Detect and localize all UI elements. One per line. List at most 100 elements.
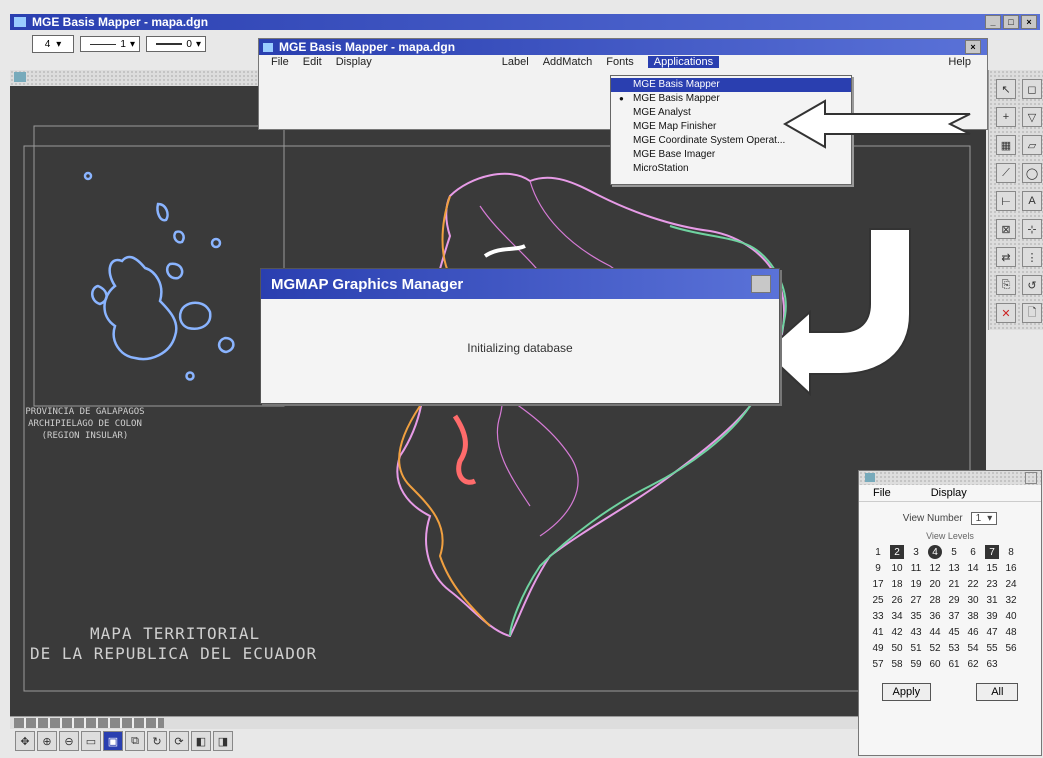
previous-view-icon[interactable]: ◧ <box>191 731 211 751</box>
copy-view-icon[interactable]: ⧉ <box>125 731 145 751</box>
level-cell[interactable]: 28 <box>928 593 942 607</box>
fence-icon[interactable]: ▽ <box>1022 107 1042 127</box>
level-cell[interactable]: 43 <box>909 625 923 639</box>
panel-menu-display[interactable]: Display <box>931 487 967 499</box>
view-number-select[interactable]: 1 ▾ <box>970 512 998 525</box>
line-style-field[interactable]: 1 ▾ <box>80 36 140 52</box>
level-cell[interactable]: 13 <box>947 561 961 575</box>
level-cell[interactable]: 9 <box>871 561 885 575</box>
level-cell[interactable]: 45 <box>947 625 961 639</box>
level-cell[interactable]: 47 <box>985 625 999 639</box>
delete-icon[interactable]: ✕ <box>996 303 1016 323</box>
level-cell[interactable]: 49 <box>871 641 885 655</box>
level-cell[interactable]: 48 <box>1004 625 1018 639</box>
level-cell[interactable]: 46 <box>966 625 980 639</box>
level-cell[interactable]: 17 <box>871 577 885 591</box>
level-cell[interactable]: 55 <box>985 641 999 655</box>
level-cell[interactable]: 42 <box>890 625 904 639</box>
all-button[interactable]: All <box>976 683 1019 701</box>
menu-label[interactable]: Label <box>502 56 529 68</box>
inner-title-bar[interactable]: MGE Basis Mapper - mapa.dgn × <box>259 39 987 55</box>
level-cell[interactable]: 39 <box>985 609 999 623</box>
dialog-menu-button[interactable] <box>751 275 771 293</box>
level-cell[interactable]: 11 <box>909 561 923 575</box>
line-weight-field[interactable]: 0 ▾ <box>146 36 206 52</box>
level-cell[interactable]: 29 <box>947 593 961 607</box>
level-cell[interactable]: 54 <box>966 641 980 655</box>
inner-close-button[interactable]: × <box>965 40 981 54</box>
level-cell[interactable]: 27 <box>909 593 923 607</box>
view-control-buttons[interactable] <box>14 718 164 728</box>
grid-icon[interactable]: ⋮ <box>1022 247 1042 267</box>
level-cell[interactable]: 61 <box>947 657 961 671</box>
level-cell[interactable]: 57 <box>871 657 885 671</box>
level-cell[interactable]: 26 <box>890 593 904 607</box>
level-cell[interactable]: 21 <box>947 577 961 591</box>
menu-file[interactable]: File <box>271 56 289 68</box>
line-icon[interactable]: ⟋ <box>996 163 1016 183</box>
minimize-button[interactable]: _ <box>985 15 1001 29</box>
panel-menu-button[interactable] <box>1025 472 1037 484</box>
level-cell[interactable]: 53 <box>947 641 961 655</box>
cell-icon[interactable]: ⊠ <box>996 219 1016 239</box>
level-cell[interactable]: 15 <box>985 561 999 575</box>
level-cell[interactable]: 1 <box>871 545 885 559</box>
level-cell[interactable]: 24 <box>1004 577 1018 591</box>
level-cell[interactable]: 38 <box>966 609 980 623</box>
copy-icon[interactable]: ⎘ <box>996 275 1016 295</box>
panel-title-bar[interactable] <box>859 471 1041 485</box>
level-cell[interactable]: 58 <box>890 657 904 671</box>
level-cell[interactable]: 50 <box>890 641 904 655</box>
level-cell[interactable]: 25 <box>871 593 885 607</box>
apply-button[interactable]: Apply <box>881 683 932 701</box>
menu-display[interactable]: Display <box>336 56 372 68</box>
applications-menu-item[interactable]: MGE Basis Mapper <box>611 78 851 92</box>
menu-help[interactable]: Help <box>948 56 971 68</box>
rotate-view-icon[interactable]: ↻ <box>147 731 167 751</box>
menu-fonts[interactable]: Fonts <box>606 56 634 68</box>
close-button[interactable]: × <box>1021 15 1037 29</box>
modify-icon[interactable]: ⇄ <box>996 247 1016 267</box>
menu-applications[interactable]: Applications <box>647 56 720 68</box>
level-cell[interactable] <box>1004 657 1018 671</box>
fit-view-icon[interactable]: ▣ <box>103 731 123 751</box>
dimension-icon[interactable]: ⊢ <box>996 191 1016 211</box>
pan-icon[interactable]: ✥ <box>15 731 35 751</box>
element-icon[interactable]: ◻ <box>1022 79 1042 99</box>
level-cell[interactable]: 23 <box>985 577 999 591</box>
panel-menu-file[interactable]: File <box>873 487 891 499</box>
level-cell[interactable]: 51 <box>909 641 923 655</box>
level-cell[interactable]: 8 <box>1004 545 1018 559</box>
document-icon[interactable]: 🗋 <box>1022 303 1042 323</box>
menu-addmatch[interactable]: AddMatch <box>543 56 593 68</box>
level-cell[interactable]: 40 <box>1004 609 1018 623</box>
place-point-icon[interactable]: + <box>996 107 1016 127</box>
level-cell[interactable]: 41 <box>871 625 885 639</box>
level-cell[interactable]: 22 <box>966 577 980 591</box>
window-area-icon[interactable]: ▭ <box>81 731 101 751</box>
level-cell[interactable]: 6 <box>966 545 980 559</box>
level-cell[interactable]: 35 <box>909 609 923 623</box>
zoom-out-icon[interactable]: ⊖ <box>59 731 79 751</box>
level-cell[interactable]: 44 <box>928 625 942 639</box>
shape-icon[interactable]: ▱ <box>1022 135 1042 155</box>
level-cell[interactable]: 12 <box>928 561 942 575</box>
level-cell[interactable]: 30 <box>966 593 980 607</box>
level-cell[interactable]: 59 <box>909 657 923 671</box>
dialog-title-bar[interactable]: MGMAP Graphics Manager <box>261 269 779 299</box>
level-cell[interactable]: 16 <box>1004 561 1018 575</box>
level-cell[interactable]: 3 <box>909 545 923 559</box>
zoom-in-icon[interactable]: ⊕ <box>37 731 57 751</box>
level-cell[interactable]: 37 <box>947 609 961 623</box>
text-icon[interactable]: A <box>1022 191 1042 211</box>
level-cell[interactable]: 62 <box>966 657 980 671</box>
rotate-icon[interactable]: ↺ <box>1022 275 1042 295</box>
select-arrow-icon[interactable]: ↖ <box>996 79 1016 99</box>
circle-icon[interactable]: ◯ <box>1022 163 1042 183</box>
measure-icon[interactable]: ⊹ <box>1022 219 1042 239</box>
level-cell[interactable]: 31 <box>985 593 999 607</box>
level-cell[interactable]: 19 <box>909 577 923 591</box>
block-icon[interactable]: ▦ <box>996 135 1016 155</box>
applications-menu-item[interactable]: MicroStation <box>611 162 851 176</box>
level-cell[interactable]: 32 <box>1004 593 1018 607</box>
